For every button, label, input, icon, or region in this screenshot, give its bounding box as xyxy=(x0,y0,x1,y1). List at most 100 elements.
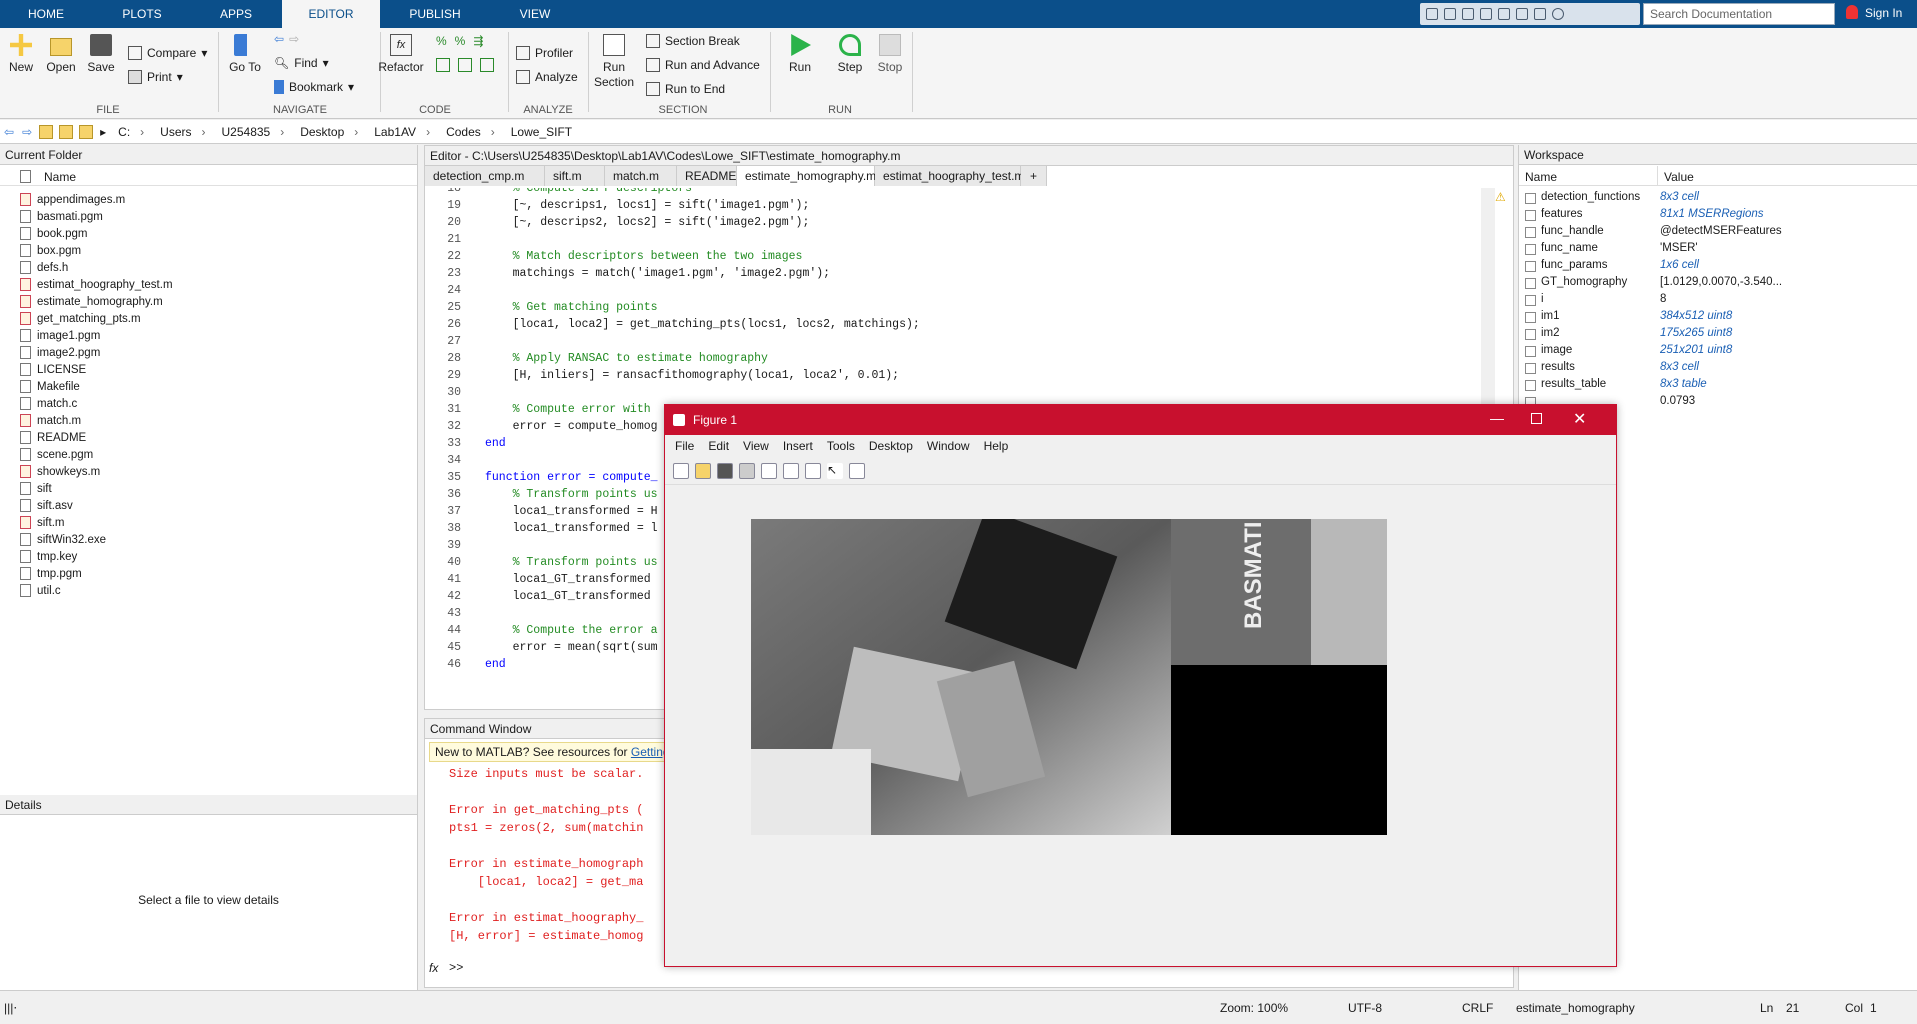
tab-publish[interactable]: PUBLISH xyxy=(390,0,480,28)
workspace-variable-row[interactable]: func_name 'MSER' xyxy=(1525,242,1915,259)
figure-menu-item[interactable]: View xyxy=(743,439,769,455)
section-break-button[interactable]: Section Break xyxy=(646,34,740,48)
tab-home[interactable]: HOME xyxy=(0,0,92,28)
figure-menu-item[interactable]: Tools xyxy=(827,439,855,455)
decrease-indent-icon[interactable] xyxy=(480,58,494,72)
open-button[interactable]: Open xyxy=(44,34,78,74)
compare-button[interactable]: Compare ▾ xyxy=(128,46,207,60)
name-column-header[interactable]: Name xyxy=(1525,170,1557,184)
list-item[interactable]: tmp.key xyxy=(20,550,77,563)
print-button[interactable]: Print ▾ xyxy=(128,70,183,84)
new-button[interactable]: New xyxy=(6,34,36,74)
undo-icon[interactable] xyxy=(1498,8,1510,20)
link-plot-icon[interactable] xyxy=(761,463,777,479)
editor-tab[interactable]: detection_cmp.m xyxy=(425,166,545,186)
list-item[interactable]: appendimages.m xyxy=(20,193,125,206)
workspace-variable-row[interactable]: im2 175x265 uint8 xyxy=(1525,327,1915,344)
list-item[interactable]: sift xyxy=(20,482,52,495)
list-item[interactable]: estimat_hoography_test.m xyxy=(20,278,173,291)
tab-apps[interactable]: APPS xyxy=(192,0,280,28)
editor-tab[interactable]: estimat_hoography_test.m xyxy=(875,166,1024,186)
run-to-end-button[interactable]: Run to End xyxy=(646,82,725,96)
list-item[interactable]: tmp.pgm xyxy=(20,567,82,580)
back-arrow-icon[interactable]: ⇦ xyxy=(274,32,284,46)
breadcrumb-desktop[interactable]: Desktop xyxy=(292,125,366,139)
goto-button[interactable]: Go To xyxy=(226,34,264,74)
search-documentation-input[interactable]: Search Documentation xyxy=(1643,3,1835,25)
list-item[interactable]: book.pgm xyxy=(20,227,88,240)
workspace-variable-row[interactable]: results 8x3 cell xyxy=(1525,361,1915,378)
list-item[interactable]: match.m xyxy=(20,414,81,427)
list-item[interactable]: util.c xyxy=(20,584,61,597)
column-header[interactable]: Name xyxy=(0,166,417,186)
edit-plot-icon[interactable]: ↖ xyxy=(827,463,843,479)
figure-menu-item[interactable]: Insert xyxy=(783,439,813,455)
find-button[interactable]: 🔍︎ Find ▾ xyxy=(274,56,329,70)
step-button[interactable]: Step xyxy=(830,34,870,74)
editor-tab[interactable]: estimate_homography.m xyxy=(737,166,876,186)
forward-icon[interactable]: ⇨ xyxy=(18,125,36,139)
run-section-button[interactable]: Run Section xyxy=(592,34,636,90)
insert-colorbar-icon[interactable] xyxy=(783,463,799,479)
stop-button[interactable]: Stop xyxy=(870,34,910,74)
analyze-button[interactable]: Analyze xyxy=(516,70,578,84)
figure-menu-item[interactable]: Desktop xyxy=(869,439,913,455)
sign-in-link[interactable]: Sign In xyxy=(1865,6,1902,20)
cut-icon[interactable] xyxy=(1444,8,1456,20)
profiler-button[interactable]: Profiler xyxy=(516,46,573,60)
smart-indent-icon[interactable] xyxy=(436,58,450,72)
breadcrumb-codes[interactable]: Codes xyxy=(438,125,503,139)
breadcrumb-c[interactable]: C: xyxy=(110,125,152,139)
workspace-variable-row[interactable]: image 251x201 uint8 xyxy=(1525,344,1915,361)
save-icon[interactable] xyxy=(1426,8,1438,20)
name-column-header[interactable]: Name xyxy=(44,170,76,184)
list-item[interactable]: scene.pgm xyxy=(20,448,93,461)
print-figure-icon[interactable] xyxy=(739,463,755,479)
list-item[interactable]: LICENSE xyxy=(20,363,86,376)
workspace-variable-row[interactable]: results_table 8x3 table xyxy=(1525,378,1915,395)
save-figure-icon[interactable] xyxy=(717,463,733,479)
insert-legend-icon[interactable] xyxy=(805,463,821,479)
copy-icon[interactable] xyxy=(1462,8,1474,20)
back-forward-buttons[interactable]: ⇦ ⇨ xyxy=(274,32,299,46)
redo-icon[interactable] xyxy=(1516,8,1528,20)
list-item[interactable]: sift.asv xyxy=(20,499,73,512)
list-item[interactable]: get_matching_pts.m xyxy=(20,312,141,325)
property-inspector-icon[interactable] xyxy=(849,463,865,479)
list-item[interactable]: README xyxy=(20,431,86,444)
workspace-variable-row[interactable]: GT_homography [1.0129,0.0070,-3.540... xyxy=(1525,276,1915,293)
minimize-icon[interactable]: — xyxy=(1490,410,1504,426)
list-item[interactable]: sift.m xyxy=(20,516,64,529)
breadcrumb-user[interactable]: U254835 xyxy=(214,125,293,139)
list-item[interactable]: image2.pgm xyxy=(20,346,100,359)
value-column-header[interactable]: Value xyxy=(1657,166,1700,186)
figure-menu-item[interactable]: Edit xyxy=(708,439,729,455)
browse-folder-icon[interactable] xyxy=(59,124,74,139)
switch-windows-icon[interactable] xyxy=(1534,8,1546,20)
breadcrumb-lab1av[interactable]: Lab1AV xyxy=(366,125,438,139)
new-figure-icon[interactable] xyxy=(673,463,689,479)
figure-menu-item[interactable]: Help xyxy=(984,439,1009,455)
list-item[interactable]: Makefile xyxy=(20,380,80,393)
workspace-variable-row[interactable]: func_params 1x6 cell xyxy=(1525,259,1915,276)
refactor-button[interactable]: fx Refactor xyxy=(378,34,424,74)
breadcrumb-lowe-sift[interactable]: Lowe_SIFT xyxy=(503,125,580,139)
editor-tab[interactable]: sift.m xyxy=(545,166,605,186)
list-item[interactable]: siftWin32.exe xyxy=(20,533,106,546)
editor-tab[interactable]: README xyxy=(677,166,737,186)
indent-icon[interactable]: ⇶ xyxy=(473,34,483,48)
notification-bell-icon[interactable] xyxy=(1846,5,1858,19)
list-item[interactable]: showkeys.m xyxy=(20,465,100,478)
open-file-icon[interactable] xyxy=(695,463,711,479)
increase-indent-icon[interactable] xyxy=(458,58,472,72)
workspace-variable-row[interactable]: im1 384x512 uint8 xyxy=(1525,310,1915,327)
bookmark-button[interactable]: Bookmark ▾ xyxy=(274,80,354,94)
tab-view[interactable]: VIEW xyxy=(490,0,580,28)
workspace-variable-row[interactable]: i8 xyxy=(1525,293,1915,310)
list-item[interactable]: image1.pgm xyxy=(20,329,100,342)
comment-icon[interactable]: % xyxy=(436,34,447,48)
list-item[interactable]: match.c xyxy=(20,397,77,410)
workspace-variable-row[interactable]: detection_functions 8x3 cell xyxy=(1525,191,1915,208)
tab-plots[interactable]: PLOTS xyxy=(92,0,192,28)
figure-menu-item[interactable]: Window xyxy=(927,439,970,455)
